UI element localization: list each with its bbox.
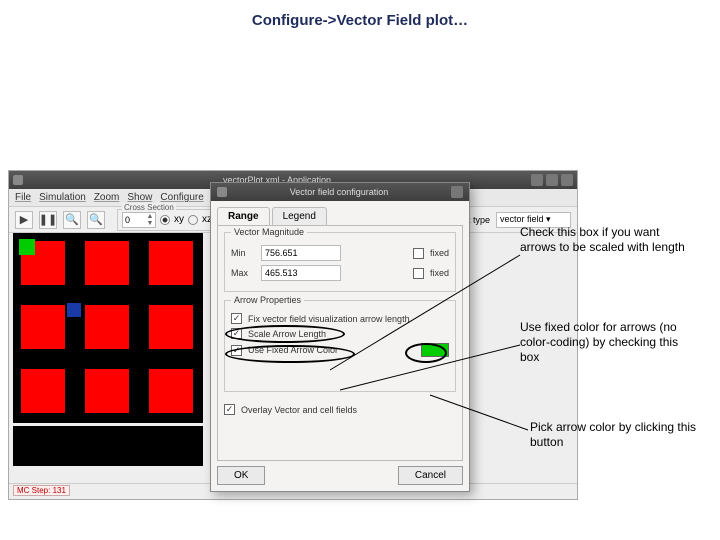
menu-zoom[interactable]: Zoom [94,192,120,203]
dialog-tabs: Range Legend [217,207,463,225]
arrow-color-button[interactable] [421,343,449,357]
dialog-close-button[interactable] [451,186,463,198]
use-fixed-arrow-color-checkbox[interactable] [231,345,242,356]
spin-arrows-icon[interactable]: ▲▼ [145,213,155,227]
plot-canvas[interactable] [13,233,203,423]
plot-type-value: vector field ▾ [500,214,551,225]
overlay-label: Overlay Vector and cell fields [241,405,357,415]
dialog-titlebar: Vector field configuration [211,183,469,201]
pause-button[interactable]: ❚❚ [39,211,57,229]
cross-section-label: Cross Section [122,203,176,212]
max-fixed-label: fixed [430,268,449,278]
status-step: MC Step: 131 [13,485,70,496]
dialog-title: Vector field configuration [231,187,447,197]
zoom-out-button[interactable]: 🔍 [87,211,105,229]
menu-show[interactable]: Show [127,192,152,203]
vector-magnitude-legend: Vector Magnitude [231,227,307,237]
minimize-button[interactable] [531,174,543,186]
fix-arrow-length-label: Fix vector field visualization arrow len… [248,314,410,324]
dialog-icon [217,187,227,197]
selection-box [19,239,35,255]
min-label: Min [231,248,255,258]
close-button[interactable] [561,174,573,186]
min-fixed-checkbox[interactable] [413,248,424,259]
menu-configure[interactable]: Configure [160,192,203,203]
slide-title: Configure->Vector Field plot… [0,12,720,29]
play-button[interactable]: ▶ [15,211,33,229]
max-fixed-checkbox[interactable] [413,268,424,279]
maximize-button[interactable] [546,174,558,186]
overlay-checkbox[interactable] [224,404,235,415]
arrow-properties-group: Arrow Properties Fix vector field visual… [224,300,456,392]
xy-input[interactable] [123,213,145,227]
scale-arrow-length-label: Scale Arrow Length [248,329,326,339]
use-fixed-arrow-color-label: Use Fixed Arrow Color [248,345,338,355]
tab-range-body: Vector Magnitude Min fixed Max fixed Arr… [217,225,463,461]
tab-range[interactable]: Range [217,207,270,225]
menu-simulation[interactable]: Simulation [39,192,86,203]
note-scale: Check this box if you want arrows to be … [520,225,695,255]
max-input[interactable] [261,265,341,281]
scale-arrow-length-checkbox[interactable] [231,328,242,339]
axis-xz-radio[interactable] [188,215,198,225]
min-input[interactable] [261,245,341,261]
dialog-button-row: OK Cancel [217,466,463,485]
max-label: Max [231,268,255,278]
tab-legend[interactable]: Legend [272,207,327,225]
ok-button[interactable]: OK [217,466,265,485]
xy-spin[interactable]: ▲▼ [122,212,156,228]
fix-arrow-length-checkbox[interactable] [231,313,242,324]
cancel-button[interactable]: Cancel [398,466,463,485]
menu-file[interactable]: File [15,192,31,203]
vector-magnitude-group: Vector Magnitude Min fixed Max fixed [224,232,456,292]
axis-xy-label: xy [174,214,184,225]
zoom-in-button[interactable]: 🔍 [63,211,81,229]
note-color-button: Pick arrow color by clicking this button [530,420,705,450]
min-fixed-label: fixed [430,248,449,258]
note-fixed-color: Use fixed color for arrows (no color-cod… [520,320,695,365]
axis-xy-radio[interactable] [160,215,170,225]
canvas-footer [13,426,203,466]
vector-field-config-dialog: Vector field configuration Range Legend … [210,182,470,492]
arrow-properties-legend: Arrow Properties [231,295,304,305]
app-icon [13,175,23,185]
blue-marker [67,303,81,317]
